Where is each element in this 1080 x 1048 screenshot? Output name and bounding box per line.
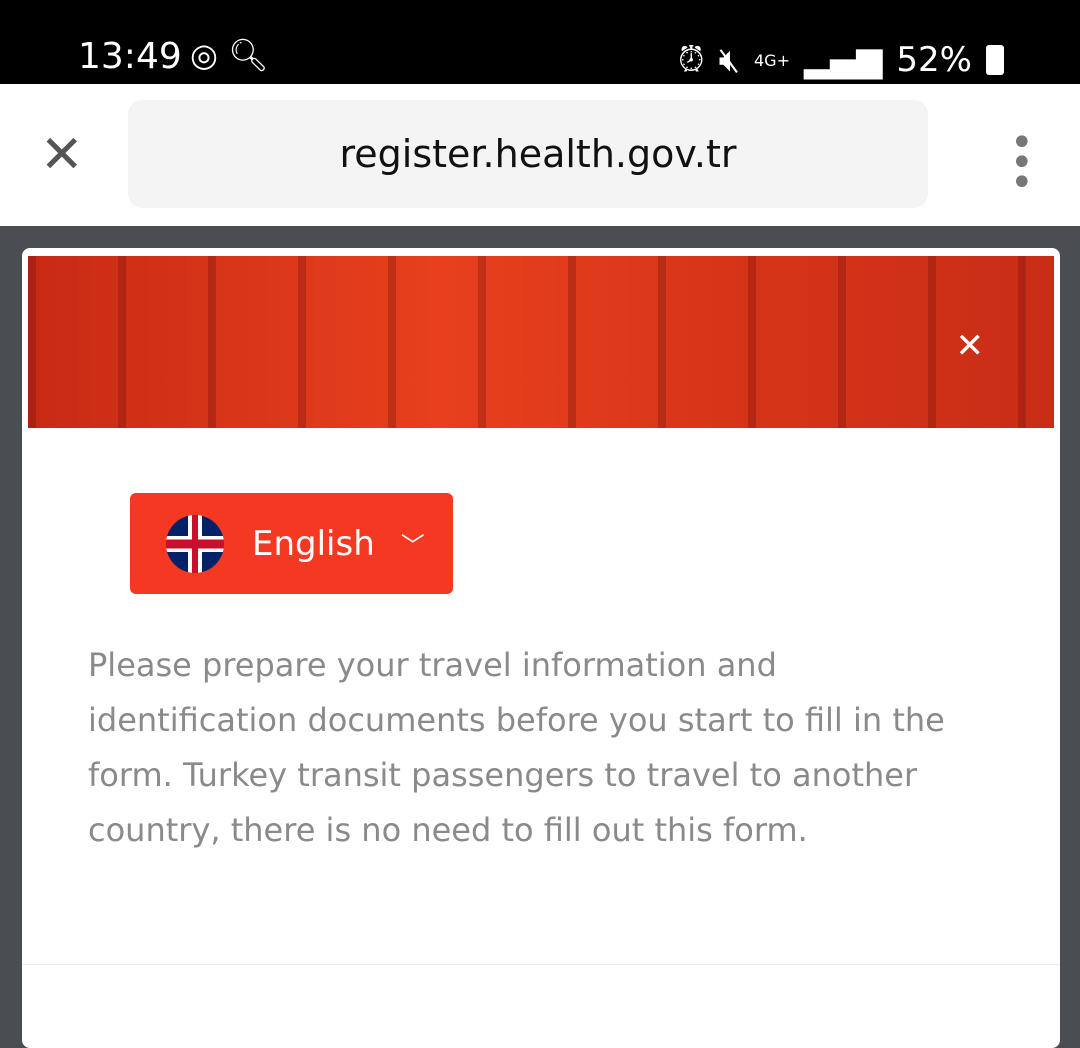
language-label: English: [252, 523, 375, 564]
mute-icon: 🔇︎: [718, 40, 740, 80]
more-menu-icon[interactable]: • • •: [1010, 123, 1034, 203]
divider: [22, 964, 1060, 965]
instagram-search-icons: ◎ 🔍︎: [190, 36, 269, 74]
language-selector[interactable]: English ﹀: [130, 493, 453, 594]
clock: 13:49: [78, 36, 182, 77]
url-bar[interactable]: register.health.gov.tr: [128, 100, 928, 208]
uk-flag-icon: [166, 514, 224, 573]
chevron-down-icon: ﹀: [400, 532, 425, 560]
alarm-icon: ⏰︎: [678, 40, 705, 80]
banner-image: ✕: [28, 256, 1054, 428]
info-modal: ✕ English ﹀ Please prepare your travel in…: [22, 248, 1060, 1048]
close-modal-icon[interactable]: ✕: [956, 326, 985, 366]
close-icon[interactable]: ✕: [40, 129, 84, 181]
battery-percent: 52%: [896, 40, 972, 80]
network-type: 4G+: [753, 50, 790, 70]
signal-icon: ▂▄▆: [803, 40, 883, 80]
info-message: Please prepare your travel information a…: [88, 646, 945, 849]
battery-icon: [986, 45, 1004, 75]
status-bar: 13:49 ◎ 🔍︎ ⏰︎ 🔇︎ 4G+ ▂▄▆ 52%: [0, 0, 1080, 84]
